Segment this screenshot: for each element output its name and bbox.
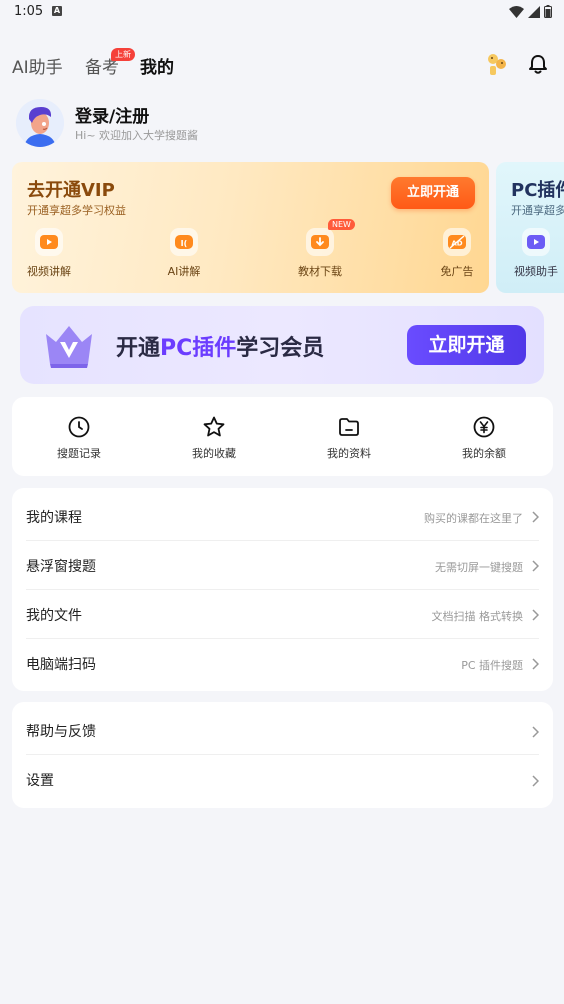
profile-section[interactable]: 登录/注册 Hi~ 欢迎加入大学搜题酱 (14, 97, 534, 149)
tab-mine[interactable]: 我的 (140, 53, 174, 78)
status-icons (509, 5, 552, 18)
chevron-right-icon (532, 609, 539, 621)
menu-item-settings[interactable]: 设置 (26, 755, 539, 804)
star-icon (203, 416, 225, 437)
bell-icon[interactable] (527, 53, 549, 75)
svg-text:I(: I( (181, 239, 188, 248)
download-icon (306, 228, 334, 256)
perk-video-assistant[interactable]: 视频助手 (511, 228, 561, 279)
pc-plugin-banner[interactable]: 开通PC插件学习会员 立即开通 (20, 306, 544, 384)
new-badge: 上新 (111, 48, 135, 61)
menu-item-help-feedback[interactable]: 帮助与反馈 (26, 706, 539, 755)
my-materials-button[interactable]: 我的资料 (309, 415, 389, 461)
welcome-text: Hi~ 欢迎加入大学搜题酱 (75, 129, 199, 142)
video-assistant-icon (522, 228, 550, 256)
perk-video-explain[interactable]: 视频讲解 (12, 228, 89, 279)
perk-no-ads[interactable]: AD 免广告 (417, 228, 489, 279)
login-register-link[interactable]: 登录/注册 (75, 102, 149, 127)
status-bar: 1:05 A (0, 0, 564, 26)
search-history-button[interactable]: 搜题记录 (39, 415, 119, 461)
video-play-icon (35, 228, 63, 256)
menu-group-main: 我的课程 购买的课都在这里了 悬浮窗搜题 无需切屏一键搜题 我的文件 文档扫描 … (12, 488, 553, 691)
avatar-illustration-icon (16, 99, 64, 147)
chevron-right-icon (532, 511, 539, 523)
avatar[interactable] (16, 99, 64, 147)
vip-subtitle: 开通享超多学习权益 (27, 204, 126, 217)
pc-plugin-card[interactable]: PC插件 开通享超多 视频助手 (496, 162, 564, 293)
pc-card-title: PC插件 (511, 180, 564, 201)
chevron-right-icon (532, 726, 539, 738)
yen-icon (473, 416, 495, 438)
quick-actions-panel: 搜题记录 我的收藏 我的资料 我的余额 (12, 397, 553, 476)
my-favorites-button[interactable]: 我的收藏 (174, 415, 254, 461)
pc-card-subtitle: 开通享超多 (511, 204, 564, 217)
menu-group-settings: 帮助与反馈 设置 (12, 702, 553, 808)
chevron-right-icon (532, 775, 539, 787)
chevron-right-icon (532, 560, 539, 572)
status-time: 1:05 (14, 4, 44, 19)
menu-item-pc-scan[interactable]: 电脑端扫码 PC 插件搜题 (26, 639, 539, 688)
perk-ai-explain[interactable]: I( AI讲解 (144, 228, 224, 279)
menu-item-my-courses[interactable]: 我的课程 购买的课都在这里了 (26, 492, 539, 541)
no-ad-icon: AD (443, 228, 471, 256)
new-badge: NEW (328, 219, 355, 230)
banner-open-button[interactable]: 立即开通 (407, 325, 526, 365)
vip-card[interactable]: 去开通VIP 开通享超多学习权益 立即开通 视频讲解 I( AI讲解 NEW 教… (12, 162, 489, 293)
menu-item-floating-search[interactable]: 悬浮窗搜题 无需切屏一键搜题 (26, 541, 539, 590)
clock-icon (68, 416, 90, 438)
battery-icon (544, 5, 552, 18)
top-header: AI助手 备考 上新 我的 (0, 40, 564, 88)
my-balance-button[interactable]: 我的余额 (444, 415, 524, 461)
signal-icon (528, 5, 540, 18)
vip-open-button[interactable]: 立即开通 (391, 177, 475, 209)
vip-title: 去开通VIP (27, 180, 115, 201)
crown-v-icon (46, 326, 92, 368)
svg-text:AD: AD (451, 240, 462, 248)
folder-icon (339, 418, 359, 436)
banner-text: 开通PC插件学习会员 (116, 336, 325, 361)
tab-ai-assistant[interactable]: AI助手 (12, 53, 63, 78)
ai-icon: I( (170, 228, 198, 256)
wifi-icon (509, 5, 524, 18)
chevron-right-icon (532, 658, 539, 670)
mascot-icon[interactable] (484, 50, 510, 78)
menu-item-my-files[interactable]: 我的文件 文档扫描 格式转换 (26, 590, 539, 639)
notification-a-icon: A (52, 6, 62, 16)
perk-textbook-download[interactable]: NEW 教材下载 (280, 219, 360, 279)
